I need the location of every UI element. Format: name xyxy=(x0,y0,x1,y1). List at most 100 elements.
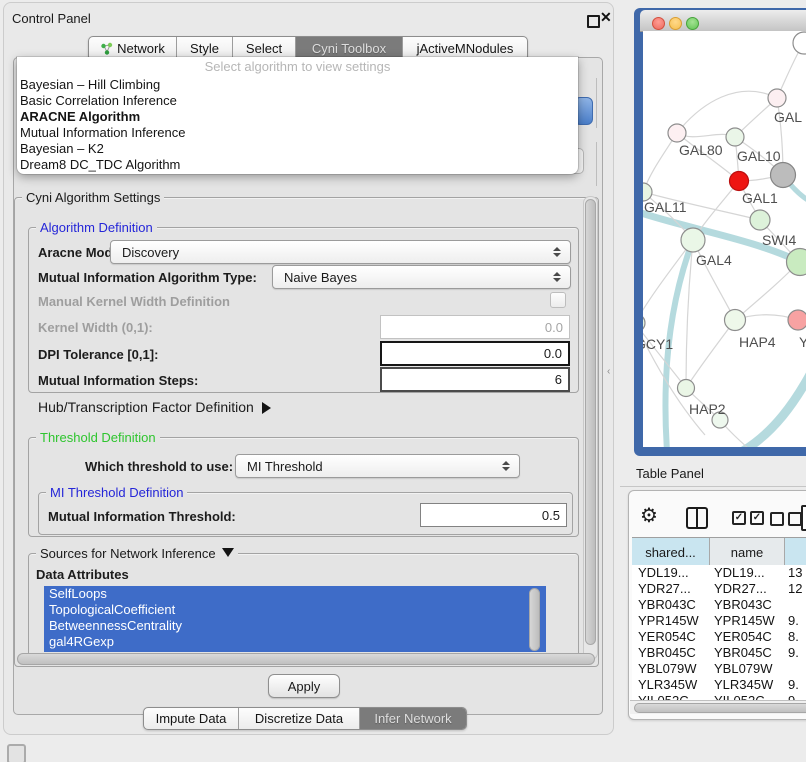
table-row[interactable]: YER054C YER054C 8. xyxy=(632,629,806,645)
deselect-all-checkboxes-icon[interactable] xyxy=(770,512,802,526)
table-row[interactable]: YLR345W YLR345W 9. xyxy=(632,677,806,693)
dpi-tolerance-field[interactable]: 0.0 xyxy=(380,341,570,366)
node-red-selected[interactable] xyxy=(730,172,749,191)
cell: 9. xyxy=(785,693,806,700)
close-panel-icon[interactable]: ✕ xyxy=(600,9,612,26)
edge xyxy=(643,133,677,192)
settings-scrollbar-thumb[interactable] xyxy=(585,199,596,645)
sources-group-title[interactable]: Sources for Network Inference xyxy=(36,546,238,561)
settings-hscrollbar-thumb[interactable] xyxy=(17,653,595,665)
cell: 9. xyxy=(785,645,806,661)
network-window-titlebar[interactable] xyxy=(640,10,806,32)
node-gal4[interactable] xyxy=(681,228,705,252)
dropdown-item[interactable]: Dream8 DC_TDC Algorithm xyxy=(17,157,578,173)
close-traffic-light-icon[interactable] xyxy=(652,17,665,30)
mi-steps-label: Mutual Information Steps: xyxy=(38,373,198,388)
node-hap4[interactable] xyxy=(725,310,746,331)
node-gal80[interactable] xyxy=(668,124,686,142)
attribute-item-selected[interactable]: SelfLoops xyxy=(44,586,546,602)
mi-steps-field[interactable]: 6 xyxy=(380,367,570,392)
table-row[interactable]: YDL19... YDL19... 13 xyxy=(632,565,806,581)
network-canvas[interactable]: GAL GAL80 GAL10 GAL1 GAL11 SWI4 GAL4 GCY… xyxy=(643,31,806,447)
panel-divider-artifact: ‹ xyxy=(607,366,610,377)
cell: YLR345W xyxy=(710,677,785,693)
cell: YBR045C xyxy=(710,645,785,661)
manual-kernel-checkbox[interactable] xyxy=(550,292,566,308)
table-row[interactable]: YPR145W YPR145W 9. xyxy=(632,613,806,629)
tab-select-label: Select xyxy=(246,41,282,56)
table-row[interactable]: YDR27... YDR27... 12 xyxy=(632,581,806,597)
attribute-item-selected[interactable]: BetweennessCentrality xyxy=(44,618,546,634)
cell: YDL19... xyxy=(710,565,785,581)
hidden-groupbox-edge xyxy=(596,78,597,128)
data-attributes-list: SelfLoops TopologicalCoefficient Between… xyxy=(44,586,546,652)
tab-style-label: Style xyxy=(190,41,219,56)
attributes-scrollbar-thumb[interactable] xyxy=(529,588,540,651)
tab-discretize-data[interactable]: Discretize Data xyxy=(239,708,360,729)
combo-stepper-icon xyxy=(502,461,510,471)
table-row[interactable]: YBL079W YBL079W xyxy=(632,661,806,677)
node-gray[interactable] xyxy=(771,163,796,188)
mi-threshold-title: MI Threshold Definition xyxy=(46,485,187,500)
table-row[interactable]: YIL052C YIL052C 9. xyxy=(632,693,806,700)
hub-definition-disclosure[interactable]: Hub/Transcription Factor Definition xyxy=(38,399,271,415)
column-layout-icon[interactable] xyxy=(686,507,708,529)
manual-kernel-label: Manual Kernel Width Definition xyxy=(38,294,230,309)
float-window-icon[interactable] xyxy=(587,15,600,28)
document-icon-fragment[interactable] xyxy=(801,505,806,531)
mi-type-combobox[interactable]: Naive Bayes xyxy=(272,265,571,289)
mi-threshold-field[interactable]: 0.5 xyxy=(420,503,567,527)
node-label-hap4: HAP4 xyxy=(739,334,776,350)
dropdown-item[interactable]: Mutual Information Inference xyxy=(17,125,578,141)
table-hscrollbar-thumb[interactable] xyxy=(634,703,806,713)
column-header-shared[interactable]: shared... xyxy=(632,538,710,566)
aracne-mode-value: Discovery xyxy=(122,245,179,260)
node-gal-cut[interactable] xyxy=(768,89,786,107)
aracne-mode-combobox[interactable]: Discovery xyxy=(110,240,571,264)
apply-button[interactable]: Apply xyxy=(268,674,340,698)
cell: YBR043C xyxy=(632,597,710,613)
apply-button-label: Apply xyxy=(288,679,321,694)
algorithm-select-dropdown: Select algorithm to view settings Bayesi… xyxy=(17,57,578,174)
sources-title-label: Sources for Network Inference xyxy=(40,546,216,561)
node-hap2[interactable] xyxy=(678,380,695,397)
cell: 8. xyxy=(785,629,806,645)
network-view-window: GAL GAL80 GAL10 GAL1 GAL11 SWI4 GAL4 GCY… xyxy=(634,8,806,456)
node-gcy1[interactable] xyxy=(643,314,645,332)
cell: YDR27... xyxy=(632,581,710,597)
minimized-panel-grip[interactable] xyxy=(7,744,26,762)
node-label-gal4: GAL4 xyxy=(696,252,732,268)
table-row[interactable]: YBR045C YBR045C 9. xyxy=(632,645,806,661)
column-header-name[interactable]: name xyxy=(710,538,785,566)
node-y-cut[interactable] xyxy=(788,310,806,330)
dropdown-item[interactable]: Bayesian – Hill Climbing xyxy=(17,77,578,93)
dpi-tolerance-label: DPI Tolerance [0,1]: xyxy=(38,347,158,362)
tab-infer-network[interactable]: Infer Network xyxy=(360,708,466,729)
hidden-groupbox-edge xyxy=(596,142,597,186)
node-gal1[interactable] xyxy=(750,210,770,230)
column-header-cut[interactable] xyxy=(785,538,806,566)
table-settings-gear-icon[interactable]: ⚙ xyxy=(640,504,658,528)
mi-threshold-label: Mutual Information Threshold: xyxy=(48,509,236,524)
disclosure-down-icon xyxy=(222,548,234,557)
select-all-checkboxes-icon[interactable]: ✓✓ xyxy=(732,511,764,525)
table-row[interactable]: YBR043C YBR043C xyxy=(632,597,806,613)
table-hscrollbar-track[interactable] xyxy=(630,700,806,714)
attribute-item-selected[interactable]: TopologicalCoefficient xyxy=(44,602,546,618)
attribute-item-selected[interactable]: gal4RGexp xyxy=(44,634,546,650)
kernel-width-field[interactable]: 0.0 xyxy=(380,315,570,339)
combo-stepper-icon xyxy=(553,272,561,282)
dropdown-item[interactable]: Bayesian – K2 xyxy=(17,141,578,157)
which-threshold-combobox[interactable]: MI Threshold xyxy=(235,454,520,478)
zoom-traffic-light-icon[interactable] xyxy=(686,17,699,30)
minimize-traffic-light-icon[interactable] xyxy=(669,17,682,30)
dropdown-item[interactable]: Basic Correlation Inference xyxy=(17,93,578,109)
tab-cyni-toolbox-label: Cyni Toolbox xyxy=(312,41,386,56)
node-gal10[interactable] xyxy=(726,128,744,146)
mi-type-value: Naive Bayes xyxy=(284,270,357,285)
node-unlabeled[interactable] xyxy=(793,32,806,54)
cell: YER054C xyxy=(710,629,785,645)
combo-stepper-icon xyxy=(553,247,561,257)
dropdown-item-aracne[interactable]: ARACNE Algorithm xyxy=(17,109,578,125)
tab-impute-data[interactable]: Impute Data xyxy=(144,708,239,729)
